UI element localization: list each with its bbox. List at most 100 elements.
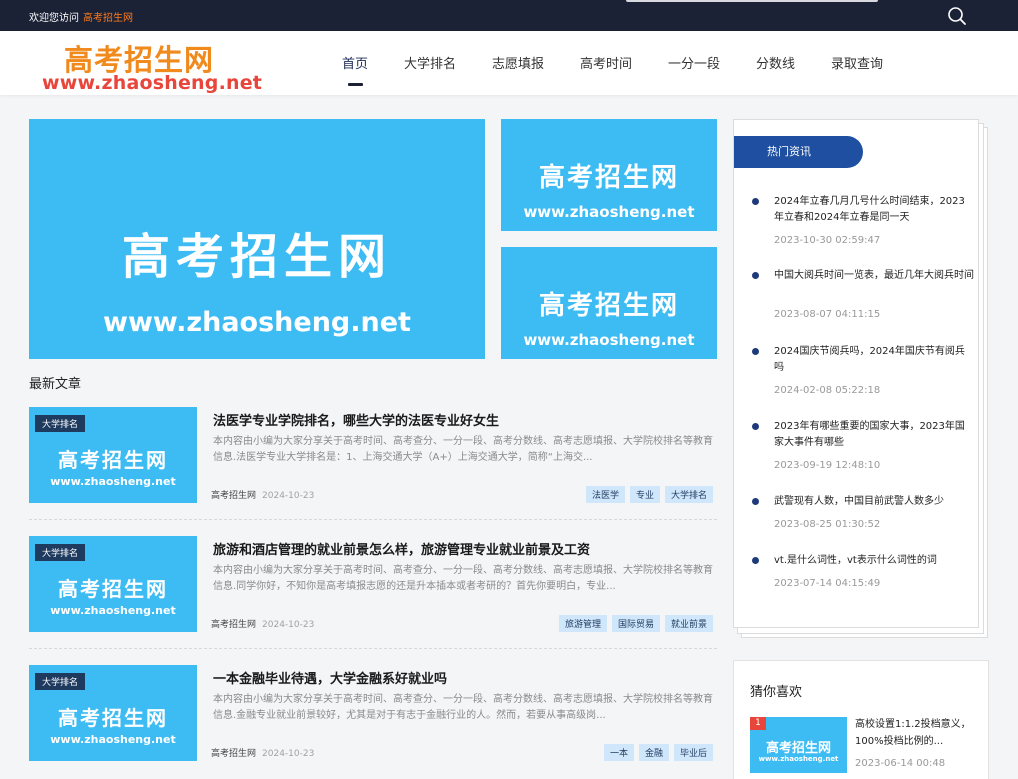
article-author: 高考招生网	[211, 491, 257, 501]
search-icon[interactable]	[946, 5, 968, 27]
hot-news-date: 2023-08-07 04:11:15	[774, 309, 881, 320]
nav-university-ranking[interactable]: 大学排名	[404, 53, 456, 72]
article-category-badge[interactable]: 大学排名	[35, 415, 86, 432]
hot-news-title: 热门资讯	[734, 136, 863, 168]
guess-item-title[interactable]: 高校设置1:1.2投档意义，100%投档比例的...	[855, 716, 973, 750]
article-item: 大学排名 高考招生网 www.zhaosheng.net 一本金融毕业待遇，大学…	[29, 665, 717, 779]
article-item: 大学排名 高考招生网 www.zhaosheng.net 旅游和酒店管理的就业前…	[29, 536, 717, 654]
article-category-badge[interactable]: 大学排名	[35, 544, 86, 561]
nav-score-distribution[interactable]: 一分一段	[668, 53, 720, 72]
article-thumbnail[interactable]: 大学排名 高考招生网 www.zhaosheng.net	[29, 665, 197, 761]
hot-news-title-text[interactable]: 武警现有人数，中国目前武警人数多少	[774, 494, 974, 510]
article-category-badge[interactable]: 大学排名	[35, 673, 86, 690]
hot-news-card: 热门资讯 2024年立春几月几号什么时间结束，2023年立春和2024年立春是同…	[733, 119, 979, 628]
guess-you-like-panel: 猜你喜欢 1 高考招生网 www.zhaosheng.net 高校设置1:1.2…	[733, 660, 989, 779]
nav-application[interactable]: 志愿填报	[492, 53, 544, 72]
nav-active-indicator	[348, 83, 363, 86]
thumb-en-text: www.zhaosheng.net	[758, 755, 839, 763]
article-divider	[29, 519, 717, 520]
article-meta: 高考招生网 2024-10-23	[211, 746, 314, 759]
article-thumbnail[interactable]: 大学排名 高考招生网 www.zhaosheng.net	[29, 407, 197, 503]
site-logo[interactable]: 高考招生网 www.zhaosheng.net	[42, 37, 262, 94]
banner-cn-text: 高考招生网	[538, 291, 679, 321]
thumb-cn-text: 高考招生网	[58, 577, 168, 601]
nav-home[interactable]: 首页	[342, 53, 368, 72]
article-summary: 本内容由小编为大家分享关于高考时间、高考查分、一分一段、高考分数线、高考志愿填报…	[213, 694, 713, 721]
logo-en-text: www.zhaosheng.net	[42, 72, 263, 94]
article-date: 2024-10-23	[262, 491, 315, 501]
article-tag[interactable]: 大学排名	[664, 486, 713, 503]
thumb-en-text: www.zhaosheng.net	[50, 733, 176, 746]
article-divider	[29, 648, 717, 649]
article-title[interactable]: 一本金融毕业待遇，大学金融系好就业吗	[213, 668, 447, 687]
hot-news-panel: 热门资讯 2024年立春几月几号什么时间结束，2023年立春和2024年立春是同…	[733, 119, 988, 639]
article-tag[interactable]: 金融	[638, 744, 669, 761]
article-author: 高考招生网	[211, 620, 257, 630]
guess-item-date: 2023-06-14 00:48	[855, 758, 946, 769]
article-tag[interactable]: 毕业后	[673, 744, 713, 761]
bullet-dot	[752, 423, 759, 430]
banner-en-text: www.zhaosheng.net	[523, 203, 695, 221]
rank-badge: 1	[750, 717, 766, 730]
banner-cn-text: 高考招生网	[121, 229, 392, 285]
thumb-cn-text: 高考招生网	[58, 448, 168, 472]
article-tag[interactable]: 专业	[629, 486, 660, 503]
bullet-dot	[752, 557, 759, 564]
article-title[interactable]: 旅游和酒店管理的就业前景怎么样，旅游管理专业就业前景及工资	[213, 539, 590, 558]
bullet-dot	[752, 348, 759, 355]
article-summary: 本内容由小编为大家分享关于高考时间、高考查分、一分一段、高考分数线、高考志愿填报…	[213, 565, 713, 592]
nav-score-line[interactable]: 分数线	[756, 53, 795, 72]
welcome-site-link[interactable]: 高考招生网	[83, 13, 133, 24]
hot-news-title-text[interactable]: 2024年立春几月几号什么时间结束，2023年立春和2024年立春是同一天	[774, 194, 974, 226]
hot-news-date: 2023-09-19 12:48:10	[774, 460, 881, 471]
banner-en-text: www.zhaosheng.net	[523, 331, 695, 349]
thumb-cn-text: 高考招生网	[765, 741, 831, 756]
article-tag[interactable]: 国际贸易	[611, 615, 660, 632]
nav-admission-query[interactable]: 录取查询	[831, 53, 883, 72]
hot-news-date: 2023-07-14 04:15:49	[774, 578, 881, 589]
article-thumbnail[interactable]: 大学排名 高考招生网 www.zhaosheng.net	[29, 536, 197, 632]
guess-title: 猜你喜欢	[750, 685, 803, 700]
hot-news-title-text[interactable]: 2024国庆节阅兵吗，2024年国庆节有阅兵吗	[774, 344, 974, 376]
latest-articles-title: 最新文章	[29, 377, 82, 392]
bullet-dot	[752, 272, 759, 279]
article-tags: 旅游管理 国际贸易 就业前景	[558, 615, 713, 632]
hot-news-title-text[interactable]: 中国大阅兵时间一览表，最近几年大阅兵时间	[774, 268, 974, 284]
thumb-cn-text: 高考招生网	[58, 706, 168, 730]
side-banner-bottom[interactable]: 高考招生网 www.zhaosheng.net	[501, 247, 717, 359]
thumb-en-text: www.zhaosheng.net	[50, 475, 176, 488]
article-tag[interactable]: 旅游管理	[558, 615, 607, 632]
hero-banner[interactable]: 高考招生网 www.zhaosheng.net	[29, 119, 485, 359]
site-header: 高考招生网 www.zhaosheng.net 首页 大学排名 志愿填报 高考时…	[0, 31, 1018, 95]
banner-cn-text: 高考招生网	[538, 163, 679, 193]
welcome-label: 欢迎您访问	[29, 13, 79, 24]
article-tags: 法医学 专业 大学排名	[585, 486, 713, 503]
article-tag[interactable]: 法医学	[585, 486, 625, 503]
article-meta: 高考招生网 2024-10-23	[211, 488, 314, 501]
article-date: 2024-10-23	[262, 620, 315, 630]
hot-news-title-text[interactable]: 2023年有哪些重要的国家大事，2023年国家大事件有哪些	[774, 419, 974, 451]
nav-exam-time[interactable]: 高考时间	[580, 53, 632, 72]
side-banner-top[interactable]: 高考招生网 www.zhaosheng.net	[501, 119, 717, 231]
bullet-dot	[752, 498, 759, 505]
top-pill	[626, 0, 878, 2]
hot-news-title-text[interactable]: vt.是什么词性，vt表示什么词性的词	[774, 553, 974, 569]
bullet-dot	[752, 198, 759, 205]
thumb-en-text: www.zhaosheng.net	[50, 604, 176, 617]
banner-en-text: www.zhaosheng.net	[103, 307, 411, 338]
welcome-text: 欢迎您访问 高考招生网	[29, 9, 133, 24]
top-bar: 欢迎您访问 高考招生网	[0, 0, 1018, 31]
article-author: 高考招生网	[211, 749, 257, 759]
article-title[interactable]: 法医学专业学院排名，哪些大学的法医专业好女生	[213, 410, 499, 429]
article-meta: 高考招生网 2024-10-23	[211, 617, 314, 630]
article-summary: 本内容由小编为大家分享关于高考时间、高考查分、一分一段、高考分数线、高考志愿填报…	[213, 436, 713, 463]
article-date: 2024-10-23	[262, 749, 315, 759]
article-item: 大学排名 高考招生网 www.zhaosheng.net 法医学专业学院排名，哪…	[29, 407, 717, 525]
article-tag[interactable]: 就业前景	[664, 615, 713, 632]
hot-news-date: 2023-08-25 01:30:52	[774, 519, 881, 530]
article-tags: 一本 金融 毕业后	[603, 744, 713, 761]
hot-news-date: 2023-10-30 02:59:47	[774, 235, 881, 246]
article-tag[interactable]: 一本	[603, 744, 634, 761]
hot-news-date: 2024-02-08 05:22:18	[774, 385, 881, 396]
guess-item-thumbnail[interactable]: 1 高考招生网 www.zhaosheng.net	[750, 717, 847, 773]
